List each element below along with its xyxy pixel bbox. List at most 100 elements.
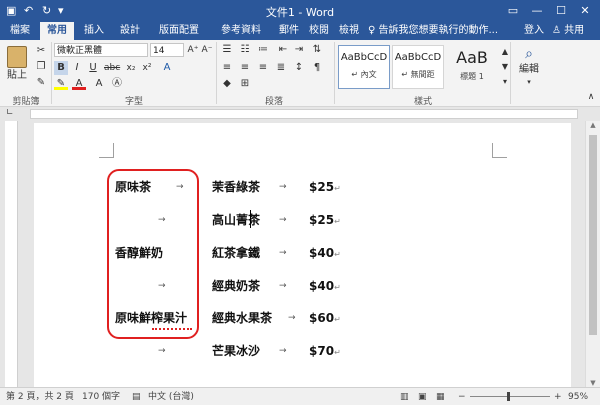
italic-button[interactable]: I [70, 61, 84, 75]
bullets-icon[interactable]: ☰ [220, 43, 234, 57]
copy-icon[interactable]: ❐ [34, 60, 48, 74]
cell-drink: 茉香綠茶 [212, 180, 261, 194]
strikethrough-button[interactable]: abc [104, 61, 120, 75]
word-count[interactable]: 170 個字 [82, 391, 120, 403]
cell-price: $60↵ [309, 310, 341, 328]
style-name: 標題 1 [460, 72, 484, 81]
shading-icon[interactable]: ◆ [220, 77, 234, 91]
font-size-combo[interactable]: 14 [150, 43, 184, 57]
editing-button[interactable]: ⌕ 編輯 ▾ [512, 44, 546, 86]
minimize-button[interactable]: — [526, 2, 548, 20]
paste-label: 貼上 [7, 70, 27, 81]
tab-design[interactable]: 設計 [114, 22, 146, 40]
tell-me-search[interactable]: ♀ 告訴我您想要執行的動作... [368, 22, 498, 40]
paragraph-mark: ↵ [334, 184, 341, 193]
font-group-label: 字型 [124, 97, 143, 107]
document-page[interactable]: 原味茶 → 茉香綠茶 → $25↵ → 高山菁茶 → $25↵ 香醇鮮奶 紅茶拿… [34, 123, 571, 387]
ribbon-display-icon[interactable]: ▭ [502, 2, 524, 20]
style-normal[interactable]: AaBbCcD ↵ 內文 [338, 45, 390, 89]
shrink-font-icon[interactable]: A⁻ [200, 43, 214, 57]
chevron-down-icon: ▾ [527, 78, 531, 86]
language-indicator[interactable]: 中文 (台灣) [148, 391, 194, 403]
zoom-level[interactable]: 95% [568, 391, 588, 403]
tab-selector-icon[interactable]: ∟ [6, 108, 14, 118]
price-value: $70 [309, 344, 335, 358]
align-left-icon[interactable]: ≡ [220, 61, 234, 75]
zoom-in-button[interactable]: + [554, 391, 562, 403]
font-color-icon[interactable]: A [72, 77, 86, 90]
style-heading-1[interactable]: AaB 標題 1 [446, 45, 498, 89]
styles-group-label: 樣式 [413, 97, 432, 107]
numbering-icon[interactable]: ☷ [238, 43, 252, 57]
web-layout-icon[interactable]: ▦ [436, 391, 445, 403]
tab-arrow: → [279, 346, 287, 356]
tab-file[interactable]: 檔案 [4, 22, 36, 40]
tab-arrow: → [158, 346, 166, 356]
price-value: $60 [309, 311, 335, 325]
group-divider [510, 42, 511, 104]
group-divider [216, 42, 217, 104]
cell-price: $40↵ [309, 278, 341, 296]
zoom-slider-thumb[interactable] [507, 392, 510, 401]
char-border-icon[interactable]: Ⓐ [110, 77, 124, 91]
underline-button[interactable]: U [86, 61, 100, 75]
align-center-icon[interactable]: ≡ [238, 61, 252, 75]
style-sample: AaBbCcD [394, 52, 442, 63]
grow-font-icon[interactable]: A⁺ [186, 43, 200, 57]
scroll-up-icon[interactable]: ▲ [586, 121, 600, 129]
price-value: $25 [309, 180, 335, 194]
tab-references[interactable]: 參考資料 [212, 22, 270, 40]
increase-indent-icon[interactable]: ⇥ [292, 43, 306, 57]
tab-layout[interactable]: 版面配置 [150, 22, 208, 40]
cut-icon[interactable]: ✂ [34, 44, 48, 58]
cell-price: $25↵ [309, 212, 341, 230]
scroll-thumb[interactable] [589, 135, 597, 335]
superscript-button[interactable]: x² [140, 61, 154, 75]
style-no-spacing[interactable]: AaBbCcD ↵ 無間距 [392, 45, 444, 89]
sign-in-link[interactable]: 登入 [524, 22, 544, 40]
tab-arrow: → [288, 313, 296, 323]
print-layout-icon[interactable]: ▣ [418, 391, 427, 403]
scroll-down-icon[interactable]: ▼ [586, 379, 600, 387]
show-marks-icon[interactable]: ¶ [310, 61, 324, 75]
close-button[interactable]: ✕ [574, 2, 596, 20]
zoom-out-button[interactable]: − [458, 391, 466, 403]
tab-view[interactable]: 檢視 [334, 22, 364, 40]
proofing-icon[interactable]: ▤ [132, 391, 141, 403]
subscript-button[interactable]: x₂ [124, 61, 138, 75]
style-sample: AaB [456, 48, 488, 67]
vertical-scrollbar[interactable]: ▲ ▼ [585, 121, 600, 387]
tab-insert[interactable]: 插入 [78, 22, 110, 40]
paste-button[interactable]: 貼上 [4, 44, 30, 84]
sort-icon[interactable]: ⇅ [310, 43, 324, 57]
bold-button[interactable]: B [54, 61, 68, 75]
line-spacing-icon[interactable]: ↕ [292, 61, 306, 75]
font-name-combo[interactable]: 微軟正黑體 [54, 43, 148, 57]
highlight-color-icon[interactable]: ✎ [54, 77, 68, 90]
tab-home[interactable]: 常用 [40, 22, 74, 40]
cell-drink: 紅茶拿鐵 [212, 246, 261, 260]
format-painter-icon[interactable]: ✎ [34, 76, 48, 90]
paragraph-mark: ↵ [334, 283, 341, 292]
vertical-ruler[interactable] [5, 121, 18, 387]
horizontal-ruler[interactable] [30, 109, 578, 119]
highlight-annotation-box [107, 169, 199, 339]
read-mode-icon[interactable]: ▥ [400, 391, 409, 403]
char-shading-icon[interactable]: A [92, 77, 106, 91]
page-count[interactable]: 第 2 頁，共 2 頁 [6, 391, 74, 403]
tab-review[interactable]: 校閱 [304, 22, 334, 40]
price-value: $25 [309, 213, 335, 227]
zoom-slider[interactable] [470, 396, 550, 397]
tab-mailings[interactable]: 郵件 [274, 22, 304, 40]
borders-icon[interactable]: ⊞ [238, 77, 252, 91]
justify-icon[interactable]: ≣ [274, 61, 288, 75]
collapse-ribbon-icon[interactable]: ∧ [584, 90, 598, 104]
align-right-icon[interactable]: ≡ [256, 61, 270, 75]
multilevel-list-icon[interactable]: ≔ [256, 43, 270, 57]
share-button[interactable]: ♙ 共用 [552, 23, 584, 39]
text-effects-icon[interactable]: A [160, 61, 174, 75]
tab-arrow: → [279, 248, 287, 258]
decrease-indent-icon[interactable]: ⇤ [276, 43, 290, 57]
paragraph-mark: ↵ [334, 217, 341, 226]
maximize-button[interactable]: ☐ [550, 2, 572, 20]
